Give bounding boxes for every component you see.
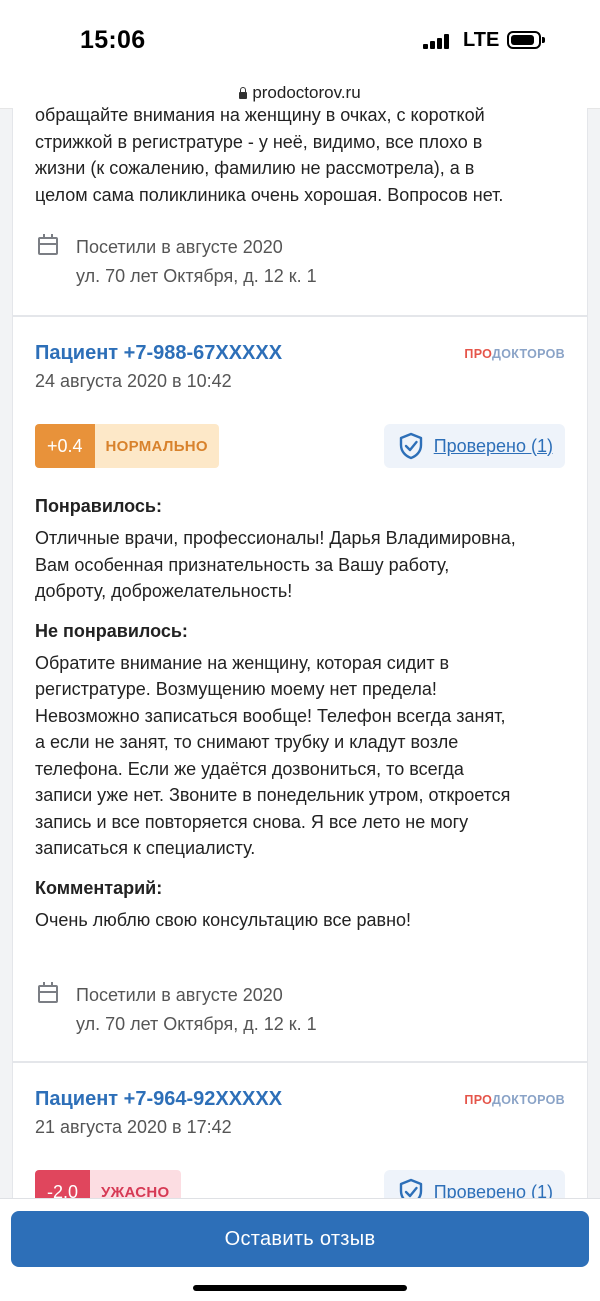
- liked-heading: Понравилось:: [35, 496, 162, 516]
- visit-info: Посетили в августе 2020 ул. 70 лет Октяб…: [38, 981, 317, 1039]
- rating-badge: +0.4 НОРМАЛЬНО: [35, 424, 219, 468]
- text-line: доброту, доброжелательность!: [35, 581, 293, 601]
- text-line: обращайте внимания на женщину в очках, с…: [35, 105, 485, 125]
- text-line: Обратите внимание на женщину, которая си…: [35, 652, 450, 673]
- clock: 15:06: [80, 26, 146, 54]
- home-indicator[interactable]: [193, 1285, 407, 1291]
- comment-text: Очень люблю свою консультацию все равно!: [35, 907, 580, 934]
- verified-label: Проверено (1): [433, 435, 553, 456]
- disliked-heading: Не понравилось:: [35, 620, 188, 641]
- signal-icon: [423, 34, 453, 49]
- review-card: обращайте внимания на женщину в очках, с…: [12, 105, 588, 316]
- text-line: Вам особенная признательность за Вашу ра…: [35, 554, 450, 575]
- leave-review-button[interactable]: Оставить отзыв: [11, 1211, 589, 1267]
- prodoctorov-logo: ПРОДОКТОРОВ: [464, 347, 565, 361]
- visit-address: ул. 70 лет Октября, д. 12 к. 1: [76, 1014, 317, 1034]
- url-text: prodoctorov.ru: [252, 83, 361, 102]
- review-text: обращайте внимания на женщину в очках, с…: [35, 102, 575, 208]
- text-line: Невозможно записаться вообще! Телефон вс…: [35, 705, 506, 726]
- review-author[interactable]: Пациент +7-988-67XXXXX: [35, 342, 282, 365]
- text-line: записи уже нет. Звоните в понедельник ут…: [35, 785, 511, 805]
- review-header: Пациент +7-988-67XXXXX 24 августа 2020 в…: [35, 342, 282, 392]
- comment-heading: Комментарий:: [35, 877, 163, 898]
- visit-address: ул. 70 лет Октября, д. 12 к. 1: [76, 266, 317, 286]
- network-type: LTE: [463, 29, 500, 51]
- visit-date: Посетили в августе 2020: [76, 237, 283, 257]
- prodoctorov-logo: ПРОДОКТОРОВ: [464, 1093, 565, 1107]
- liked-text: Отличные врачи, профессионалы! Дарья Вла…: [35, 525, 580, 605]
- review-author[interactable]: Пациент +7-964-92XXXXX: [35, 1088, 282, 1111]
- text-line: жизни (к сожалению, фамилию не рассмотре…: [35, 158, 475, 178]
- text-line: стрижкой в регистратуре - у неё, видимо,…: [35, 131, 483, 152]
- review-date: 21 августа 2020 в 17:42: [35, 1117, 232, 1137]
- review-date: 24 августа 2020 в 10:42: [35, 371, 232, 391]
- lock-icon: [239, 86, 248, 99]
- rating-label: НОРМАЛЬНО: [94, 424, 219, 468]
- review-card: Пациент +7-988-67XXXXX 24 августа 2020 в…: [12, 316, 588, 1062]
- battery-icon: [507, 31, 545, 49]
- text-line: целом сама поликлиника очень хорошая. Во…: [35, 184, 504, 205]
- visit-info: Посетили в августе 2020 ул. 70 лет Октяб…: [38, 233, 317, 291]
- review-body: Понравилось: Отличные врачи, профессиона…: [35, 496, 580, 933]
- text-line: а если не занят, то снимают трубку и кла…: [35, 732, 459, 752]
- verified-button[interactable]: Проверено (1): [383, 424, 565, 468]
- calendar-icon: [38, 982, 58, 1003]
- text-line: Отличные врачи, профессионалы! Дарья Вла…: [35, 528, 516, 548]
- text-line: телефона. Если же удаётся дозвониться, т…: [35, 758, 464, 779]
- shield-check-icon: [399, 432, 422, 460]
- review-header: Пациент +7-964-92XXXXX 21 августа 2020 в…: [35, 1088, 282, 1138]
- text-line: Очень люблю свою консультацию все равно!: [35, 909, 412, 930]
- bottom-bar: Оставить отзыв: [0, 1198, 600, 1301]
- visit-date: Посетили в августе 2020: [76, 985, 283, 1005]
- text-line: записаться к специалисту.: [35, 838, 256, 858]
- text-line: регистратуре. Возмущению моему нет преде…: [35, 679, 437, 699]
- text-line: запись и все повторяется снова. Я все ле…: [35, 811, 469, 832]
- calendar-icon: [38, 234, 58, 255]
- status-bar: 15:06 LTE: [0, 0, 600, 78]
- rating-value: +0.4: [35, 424, 95, 468]
- disliked-text: Обратите внимание на женщину, которая си…: [35, 650, 580, 862]
